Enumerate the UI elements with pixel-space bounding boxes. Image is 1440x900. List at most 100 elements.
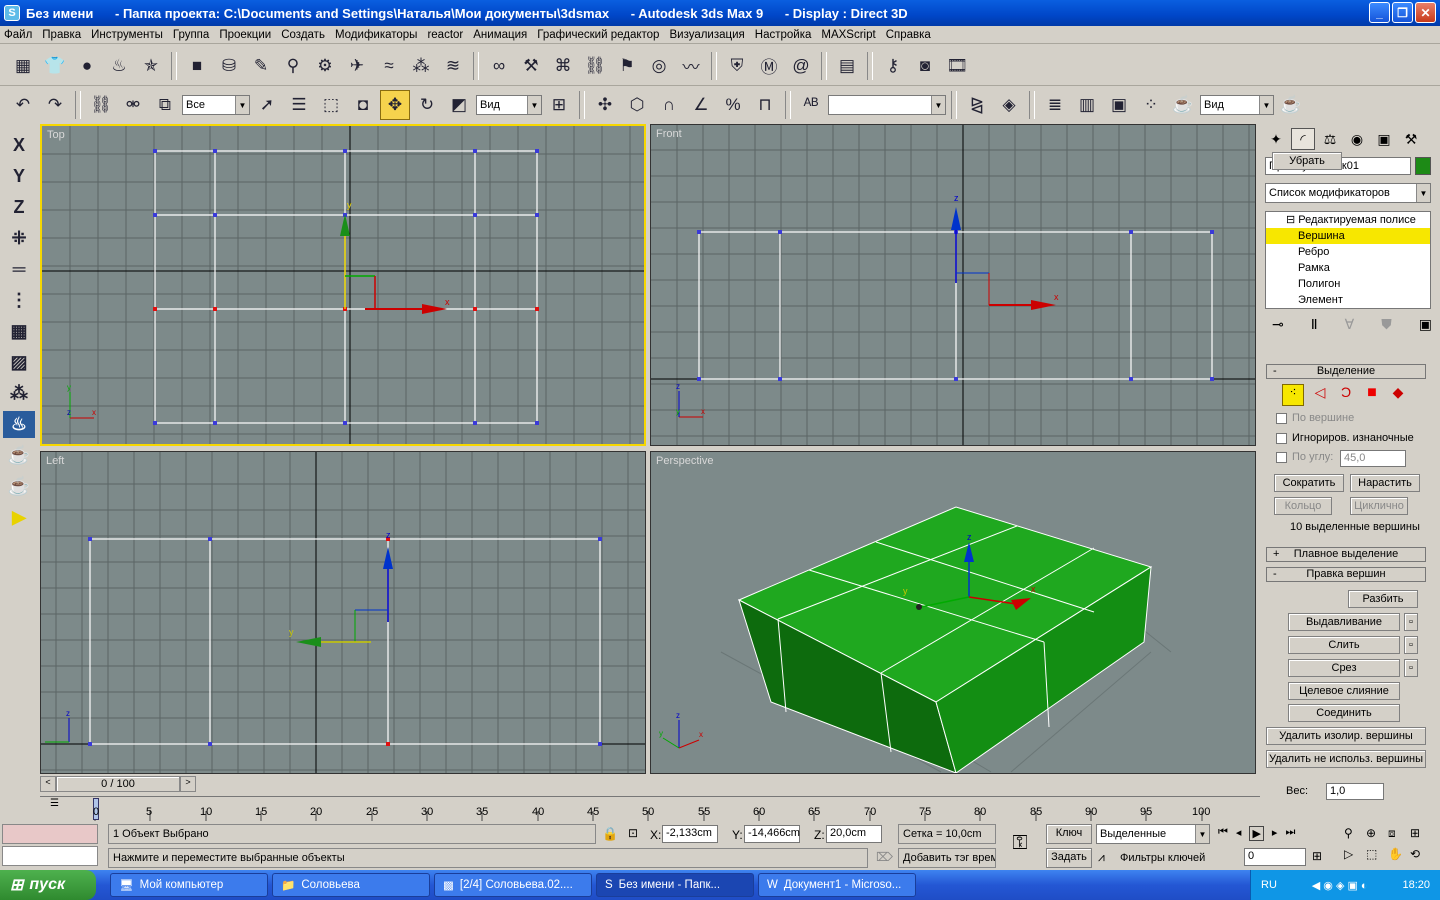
- minimize-button[interactable]: _: [1369, 2, 1390, 23]
- absolute-mode-icon[interactable]: ⊡: [628, 826, 638, 840]
- tray-icons[interactable]: ◀ ◉ ◈ ▣ ◐: [1312, 879, 1368, 892]
- set-key-button[interactable]: Задать: [1046, 848, 1092, 868]
- hatch-icon[interactable]: ▨: [3, 349, 35, 376]
- set-key-icon[interactable]: ⚿: [1000, 832, 1040, 860]
- stack-item-element[interactable]: Элемент: [1266, 292, 1430, 308]
- angle-spinner[interactable]: 45,0: [1340, 450, 1406, 467]
- zoom-icon[interactable]: ⚲: [1344, 826, 1366, 841]
- keyboard-shortcut-icon[interactable]: ⬡: [622, 90, 652, 120]
- ref-coord-dropdown[interactable]: Вид ▼: [476, 95, 542, 115]
- track-bar[interactable]: ☰ 0 5 10 15 20 25 30 35 40 45 50 55 60 6…: [40, 796, 1260, 821]
- dots-icon[interactable]: ⋮: [3, 287, 35, 314]
- goto-end-icon[interactable]: ⏭: [1285, 826, 1295, 841]
- cloth-icon[interactable]: ▦: [3, 318, 35, 345]
- next-frame-icon[interactable]: >: [180, 776, 196, 792]
- x-axis-icon[interactable]: X: [3, 132, 35, 159]
- camera-icon[interactable]: ◙: [910, 51, 940, 81]
- stack-item-polygon[interactable]: Полигон: [1266, 276, 1430, 292]
- selection-rollout[interactable]: - Выделение: [1266, 364, 1426, 379]
- edit-named-selection-icon[interactable]: ᴬᴮ: [796, 90, 826, 120]
- next-key-icon[interactable]: ▸: [1272, 826, 1278, 841]
- light-icon[interactable]: ♨: [104, 51, 134, 81]
- redo-icon[interactable]: ↷: [40, 90, 70, 120]
- menu-graph-editors[interactable]: Графический редактор: [537, 29, 659, 41]
- stack-item-border[interactable]: Рамка: [1266, 260, 1430, 276]
- object-color-swatch[interactable]: [1415, 157, 1431, 175]
- sphere-icon[interactable]: ●: [72, 51, 102, 81]
- modifier-stack[interactable]: ⊟ Редактируемая полисе Вершина Ребро Рам…: [1265, 211, 1431, 309]
- viewport-top[interactable]: y x x y z Top: [40, 124, 646, 446]
- modifier-list-dropdown[interactable]: Список модификаторов ▼: [1265, 183, 1431, 203]
- play-icon[interactable]: ▶: [3, 504, 35, 531]
- viewport-label[interactable]: Perspective: [656, 455, 713, 467]
- spring-icon[interactable]: 〰: [676, 51, 706, 81]
- particles-icon[interactable]: ⁜: [3, 225, 35, 252]
- pan-icon[interactable]: ✋: [1388, 847, 1410, 861]
- menu-customize[interactable]: Настройка: [755, 29, 812, 41]
- task-word[interactable]: W Документ1 - Microso...: [758, 873, 916, 897]
- hierarchy-tab-icon[interactable]: ⚖: [1318, 128, 1342, 150]
- mental-ray-icon[interactable]: Ⓜ: [754, 51, 784, 81]
- maxscript-listener-white[interactable]: [2, 846, 98, 866]
- menu-group[interactable]: Группа: [173, 29, 209, 41]
- configure-sets-icon[interactable]: ▣: [1419, 316, 1432, 338]
- objects-icon[interactable]: ▦: [8, 51, 38, 81]
- tshirt-icon[interactable]: ⛨: [722, 51, 752, 81]
- y-axis-icon[interactable]: Y: [3, 163, 35, 190]
- viewport-label[interactable]: Front: [656, 128, 682, 140]
- track-bar-filter-icon[interactable]: ☰: [50, 798, 59, 809]
- start-button[interactable]: ⊞ пуск: [0, 870, 96, 900]
- magnifier-icon[interactable]: ⚲: [278, 51, 308, 81]
- key-mode-dropdown[interactable]: Выделенные ▼: [1096, 824, 1210, 844]
- teapot-small-icon[interactable]: ☕: [3, 473, 35, 500]
- close-button[interactable]: ✕: [1415, 2, 1436, 23]
- loop-button[interactable]: Циклично: [1350, 497, 1408, 515]
- task-soloveva-folder[interactable]: 📁 Соловьева: [272, 873, 430, 897]
- display-tab-icon[interactable]: ▣: [1372, 128, 1396, 150]
- current-frame-field[interactable]: 0: [1244, 848, 1306, 866]
- selection-filter-dropdown[interactable]: Все ▼: [182, 95, 250, 115]
- zoom-extents-icon[interactable]: ⧈: [1388, 826, 1410, 841]
- language-indicator[interactable]: RU: [1261, 879, 1277, 891]
- menu-modifiers[interactable]: Модификаторы: [335, 29, 418, 41]
- named-selection-dropdown[interactable]: ▼: [828, 95, 946, 115]
- undo-icon[interactable]: ↶: [8, 90, 38, 120]
- grow-button[interactable]: Нарастить: [1350, 474, 1420, 492]
- water-icon[interactable]: ≋: [438, 51, 468, 81]
- viewport-left[interactable]: z y z Left: [40, 451, 646, 774]
- viewport-perspective[interactable]: z x y z x y Perspective: [650, 451, 1256, 774]
- pencil-icon[interactable]: ✎: [246, 51, 276, 81]
- menu-maxscript[interactable]: MAXScript: [821, 29, 875, 41]
- y-coordinate-field[interactable]: -14,466cm: [744, 825, 800, 843]
- weld-settings-button[interactable]: ▫: [1404, 636, 1418, 654]
- cloth-icon[interactable]: ⌘: [548, 51, 578, 81]
- modify-tab-icon[interactable]: ◜: [1291, 128, 1315, 150]
- move-icon[interactable]: ✥: [380, 90, 410, 120]
- edit-vertices-rollout[interactable]: - Правка вершин: [1266, 567, 1426, 582]
- menu-rendering[interactable]: Визуализация: [669, 29, 744, 41]
- zoom-all-icon[interactable]: ⊕: [1366, 826, 1388, 841]
- break-button[interactable]: Разбить: [1348, 590, 1418, 608]
- goto-start-icon[interactable]: ⏮: [1218, 826, 1228, 841]
- render-scene-icon[interactable]: ☕: [1168, 90, 1198, 120]
- pivot-center-icon[interactable]: ⊞: [544, 90, 574, 120]
- viewport-label[interactable]: Top: [47, 129, 65, 141]
- key-filters-button[interactable]: Фильтры ключей: [1120, 848, 1214, 868]
- spheres-icon[interactable]: ⁂: [3, 380, 35, 407]
- x-coordinate-field[interactable]: -2,133cm: [662, 825, 718, 843]
- select-object-icon[interactable]: ➚: [252, 90, 282, 120]
- menu-tools[interactable]: Инструменты: [91, 29, 163, 41]
- menu-animation[interactable]: Анимация: [473, 29, 527, 41]
- soft-selection-rollout[interactable]: + Плавное выделение: [1266, 547, 1426, 562]
- render-setup-icon[interactable]: ⚷: [878, 51, 908, 81]
- viewport-label[interactable]: Left: [46, 455, 64, 467]
- bone-icon[interactable]: ⚒: [516, 51, 546, 81]
- time-slider-thumb[interactable]: 0 / 100: [56, 776, 180, 792]
- star-icon[interactable]: ✯: [136, 51, 166, 81]
- cylinder-icon[interactable]: ⛁: [214, 51, 244, 81]
- viewport-front[interactable]: z x x z y Front: [650, 124, 1256, 446]
- stack-item-vertex[interactable]: Вершина: [1266, 228, 1430, 244]
- menu-file[interactable]: Файл: [4, 29, 32, 41]
- pin-icon[interactable]: ⚑: [612, 51, 642, 81]
- select-by-name-icon[interactable]: ☰: [284, 90, 314, 120]
